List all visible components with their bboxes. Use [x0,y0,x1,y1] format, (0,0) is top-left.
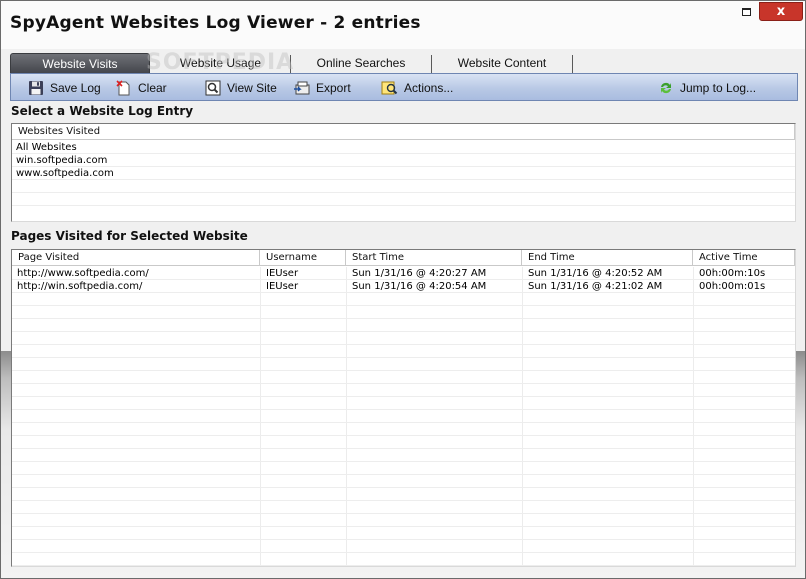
table-row[interactable]: http://win.softpedia.com/ IEUser Sun 1/3… [12,280,795,293]
export-label: Export [316,81,351,95]
website-name: win.softpedia.com [16,155,108,166]
list-item[interactable]: www.softpedia.com [12,167,795,180]
actions-label: Actions... [404,81,454,95]
close-button[interactable]: x [759,2,803,21]
toolbar: Save Log Clear View Site Export Actions.… [10,73,798,101]
tab-website-content[interactable]: Website Content [432,53,572,73]
table-row-empty [12,293,795,306]
table-row-empty [12,475,795,488]
username-cell: IEUser [266,268,299,279]
username-cell: IEUser [266,281,299,292]
username-column-header[interactable]: Username [260,250,346,266]
minimize-button[interactable] [733,2,759,21]
table-row-empty [12,345,795,358]
page-visited-column-header[interactable]: Page Visited [12,250,260,266]
jump-to-log-button[interactable]: Jump to Log... [657,77,756,99]
start-time-cell: Sun 1/31/16 @ 4:20:27 AM [352,268,487,279]
tab-website-visits[interactable]: Website Visits [10,53,150,73]
end-time-column-header[interactable]: End Time [522,250,693,266]
table-row-empty [12,371,795,384]
softpedia-watermark: SOFTPEDIA [146,50,295,75]
table-row-empty [12,540,795,553]
active-time-cell: 00h:00m:01s [699,281,766,292]
export-icon [293,79,311,97]
active-time-cell: 00h:00m:10s [699,268,766,279]
table-row-empty [12,410,795,423]
clear-page-icon [115,79,133,97]
table-row-empty [12,319,795,332]
table-row-empty [12,423,795,436]
list-row-empty [12,180,795,193]
table-row-empty [12,514,795,527]
website-name: All Websites [16,142,77,153]
refresh-arrows-icon [657,79,675,97]
table-row-empty [12,436,795,449]
jump-to-log-label: Jump to Log... [680,81,757,95]
end-time-cell: Sun 1/31/16 @ 4:21:02 AM [528,281,663,292]
websites-list[interactable]: Websites Visited All Websites win.softpe… [11,123,796,222]
minimize-icon [742,8,751,16]
active-time-column-header[interactable]: Active Time [693,250,795,266]
view-site-button[interactable]: View Site [204,77,277,99]
sites-section-label: Select a Website Log Entry [11,104,194,118]
table-row-empty [12,462,795,475]
table-row-empty [12,488,795,501]
list-row-empty [12,206,795,219]
title-bar[interactable]: SpyAgent Websites Log Viewer - 2 entries… [1,1,805,49]
clear-button[interactable]: Clear [115,77,167,99]
clear-label: Clear [138,81,167,95]
list-item[interactable]: All Websites [12,141,795,154]
page-visited-cell: http://www.softpedia.com/ [17,268,149,279]
actions-icon [381,79,399,97]
websites-visited-column-header[interactable]: Websites Visited [12,124,795,140]
log-viewer-window: SpyAgent Websites Log Viewer - 2 entries… [0,0,806,579]
start-time-cell: Sun 1/31/16 @ 4:20:54 AM [352,281,487,292]
table-row-empty [12,501,795,514]
table-row-empty [12,332,795,345]
save-log-label: Save Log [50,81,101,95]
start-time-column-header[interactable]: Start Time [346,250,522,266]
table-row-empty [12,527,795,540]
tab-strip: Website Visits Website Usage Online Sear… [1,49,805,75]
list-row-empty [12,193,795,206]
pages-visited-table[interactable]: Page Visited Username Start Time End Tim… [11,249,796,567]
tab-separator [572,55,573,73]
window-title: SpyAgent Websites Log Viewer - 2 entries [10,13,421,33]
view-site-label: View Site [227,81,277,95]
table-row[interactable]: http://www.softpedia.com/ IEUser Sun 1/3… [12,267,795,280]
close-icon: x [776,4,786,19]
pages-section-label: Pages Visited for Selected Website [11,229,248,243]
table-row-empty [12,449,795,462]
website-name: www.softpedia.com [16,168,114,179]
table-row-empty [12,306,795,319]
tab-online-searches[interactable]: Online Searches [291,53,431,73]
end-time-cell: Sun 1/31/16 @ 4:20:52 AM [528,268,663,279]
page-visited-cell: http://win.softpedia.com/ [17,281,143,292]
table-row-empty [12,397,795,410]
table-row-empty [12,384,795,397]
magnifier-icon [204,79,222,97]
actions-button[interactable]: Actions... [381,77,453,99]
floppy-disk-icon [27,79,45,97]
save-log-button[interactable]: Save Log [27,77,101,99]
table-row-empty [12,553,795,566]
table-row-empty [12,358,795,371]
list-item[interactable]: win.softpedia.com [12,154,795,167]
export-button[interactable]: Export [293,77,351,99]
